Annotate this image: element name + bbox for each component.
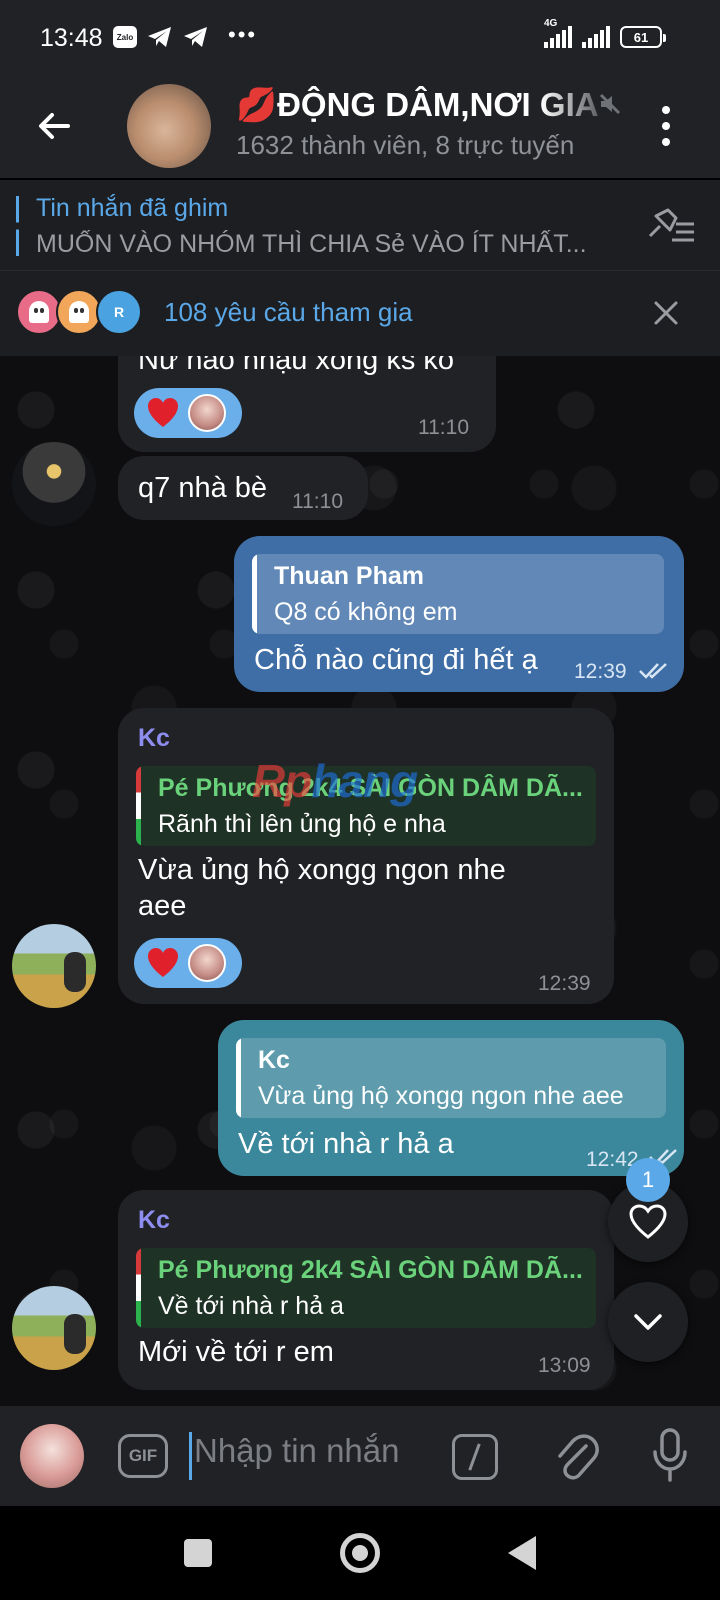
notification-icons: Zalo [113, 26, 209, 48]
message-time: 12:39 [574, 660, 627, 683]
pinned-text: MUỐN VÀO NHÓM THÌ CHIA Sẻ VÀO ÍT NHẤT... [36, 230, 587, 258]
reaction-count-badge: 1 [626, 1158, 670, 1202]
bot-commands-icon[interactable] [452, 1434, 498, 1480]
join-requests-label[interactable]: 108 yêu cầu tham gia [164, 297, 413, 328]
system-indicators: 4G 61 [544, 18, 666, 48]
reply-bar [236, 1038, 241, 1118]
read-ticks-icon [639, 663, 667, 679]
telegram-icon [148, 27, 171, 47]
message-input[interactable]: Nhập tin nhắn [194, 1432, 400, 1470]
message-time: 11:10 [418, 416, 469, 439]
heart-outline-icon [629, 1204, 667, 1239]
sender-avatar[interactable] [12, 924, 96, 1008]
reply-preview[interactable]: Kc Vừa ủng hộ xongg ngon nhe aee [236, 1038, 666, 1118]
pinned-message-bar[interactable]: Tin nhắn đã ghim MUỐN VÀO NHÓM THÌ CHIA … [0, 180, 720, 270]
reply-bar [136, 766, 141, 846]
battery-icon: 61 [620, 26, 666, 48]
message-bubble-outgoing[interactable]: Thuan Pham Q8 có không em Chỗ nào cũng đ… [234, 536, 684, 692]
reply-bar [136, 1248, 141, 1328]
watermark: Rphang [252, 754, 418, 808]
microphone-icon[interactable] [650, 1426, 690, 1486]
recents-button[interactable] [184, 1539, 212, 1567]
watermark-part: Rp [252, 755, 312, 807]
sender-name[interactable]: Kc [138, 1206, 170, 1235]
pinned-indicator [16, 196, 19, 256]
message-text: Vừa ủng hộ xongg ngon nhe [138, 854, 506, 886]
message-text: Về tới nhà r hả a [238, 1128, 454, 1160]
reply-text: Rãnh thì lên ủng hộ e nha [158, 810, 446, 838]
reply-bar [252, 554, 257, 634]
heart-icon [148, 398, 178, 427]
reply-text: Về tới nhà r hả a [158, 1292, 344, 1320]
zalo-icon: Zalo [113, 26, 137, 48]
requester-avatar: R [96, 289, 142, 335]
sender-name[interactable]: Kc [138, 724, 170, 753]
muted-icon [599, 93, 621, 115]
message-bubble[interactable]: Kc Pé Phương 2k4 SÀI GÒN DÂM DÃ... Về tớ… [118, 1190, 614, 1390]
reply-preview[interactable]: Pé Phương 2k4 SÀI GÒN DÂM DÃ... Về tới n… [136, 1248, 596, 1328]
telegram-icon [184, 27, 207, 47]
message-text: q7 nhà bè [138, 472, 268, 504]
message-time: 11:10 [292, 490, 343, 513]
watermark-part: hang [311, 755, 418, 807]
message-text: aee [138, 890, 187, 922]
message-bubble[interactable]: q7 nhà bè 11:10 [118, 456, 368, 520]
message-text: Mới về tới r em [138, 1336, 334, 1368]
ghost-icon [69, 301, 89, 323]
more-notifications-icon: ••• [228, 22, 258, 47]
scroll-down-button[interactable] [608, 1282, 688, 1362]
chevron-down-icon [634, 1314, 662, 1330]
pinned-title: Tin nhắn đã ghim [36, 194, 229, 222]
back-arrow-icon[interactable] [34, 106, 74, 146]
network-type: 4G [544, 18, 558, 29]
close-icon[interactable] [652, 299, 680, 327]
message-bubble-outgoing[interactable]: Kc Vừa ủng hộ xongg ngon nhe aee Về tới … [218, 1020, 684, 1176]
signal-4g-icon: 4G [544, 18, 572, 48]
attach-icon[interactable] [552, 1428, 600, 1484]
message-time: 12:39 [538, 972, 591, 995]
signal-icon [582, 26, 610, 48]
reply-preview[interactable]: Thuan Pham Q8 có không em [252, 554, 664, 634]
message-list[interactable]: Nư nào nhậu xong ks ko 11:10 q7 nhà bè 1… [0, 356, 720, 1406]
status-bar: 13:48 Zalo ••• 4G 61 [0, 0, 720, 78]
sender-avatar[interactable] [12, 442, 96, 526]
reactor-avatar [188, 394, 226, 432]
reply-sender: Thuan Pham [274, 562, 425, 590]
status-time: 13:48 [40, 24, 103, 52]
system-nav-bar [0, 1506, 720, 1600]
gif-button[interactable]: GIF [118, 1434, 168, 1478]
ghost-icon [29, 301, 49, 323]
message-bubble[interactable]: Kc Pé Phương 2k4 SÀI GÒN DÂM DÃ... Rãnh … [118, 708, 614, 1004]
reactor-avatar [188, 944, 226, 982]
reply-text: Vừa ủng hộ xongg ngon nhe aee [258, 1082, 624, 1110]
text-caret [189, 1432, 192, 1480]
message-text: Nư nào nhậu xong ks ko [138, 356, 455, 376]
reply-sender: Pé Phương 2k4 SÀI GÒN DÂM DÃ... [158, 1256, 583, 1284]
composer-bar: GIF Nhập tin nhắn [0, 1406, 720, 1506]
group-title[interactable]: 💋ĐỘNG DÂM,NƠI GIA [236, 86, 621, 125]
message-bubble[interactable]: Nư nào nhậu xong ks ko 11:10 [118, 356, 496, 452]
home-button[interactable] [340, 1533, 380, 1573]
group-avatar[interactable] [127, 84, 211, 168]
reply-sender: Kc [258, 1046, 290, 1074]
group-members-status: 1632 thành viên, 8 trực tuyến [236, 130, 575, 160]
reply-text: Q8 có không em [274, 598, 458, 626]
join-requests-bar[interactable]: R 108 yêu cầu tham gia [0, 270, 720, 356]
heart-icon [148, 948, 178, 977]
more-options-icon[interactable] [660, 106, 672, 146]
reaction-chip[interactable] [134, 938, 242, 988]
message-time: 13:09 [538, 1354, 591, 1377]
back-button[interactable] [508, 1536, 536, 1570]
pinned-list-icon[interactable] [646, 206, 696, 246]
sender-avatar[interactable] [12, 1286, 96, 1370]
reaction-chip[interactable] [134, 388, 242, 438]
send-as-avatar[interactable] [20, 1424, 84, 1488]
message-text: Chỗ nào cũng đi hết ạ [254, 644, 538, 676]
chat-header: 💋ĐỘNG DÂM,NƠI GIA 1632 thành viên, 8 trự… [0, 78, 720, 178]
